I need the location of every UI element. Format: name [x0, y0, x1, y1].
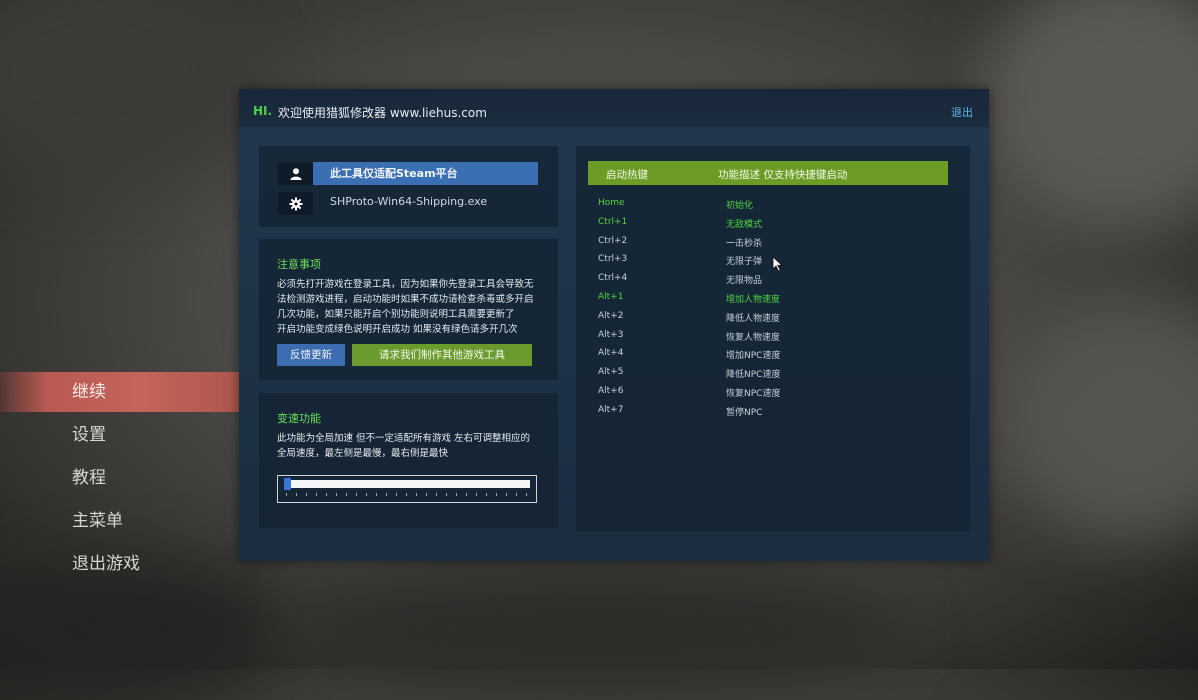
- hotkey-description: 暂停NPC: [726, 407, 763, 418]
- notice-title: 注意事项: [277, 258, 321, 271]
- hotkey-row[interactable]: Ctrl+4 无限物品: [598, 271, 938, 290]
- game-pause-menu: 继续 设置 教程 主菜单 退出游戏: [0, 372, 240, 587]
- hotkey-key: Alt+1: [598, 291, 624, 302]
- hotkey-row[interactable]: Ctrl+2 一击秒杀: [598, 234, 938, 253]
- speed-line: 全局速度，最左侧是最慢，最右侧是最快: [277, 448, 449, 459]
- slider-ticks: [286, 493, 530, 496]
- hotkey-row[interactable]: Home 初始化: [598, 196, 938, 215]
- menu-item-main-menu[interactable]: 主菜单: [0, 501, 240, 541]
- hotkey-key: Ctrl+4: [598, 273, 628, 284]
- hotkey-row[interactable]: Alt+1 增加人物速度: [598, 290, 938, 309]
- hotkey-description: 初始化: [726, 201, 754, 211]
- hotkey-row[interactable]: Alt+3 恢复人物速度: [598, 328, 938, 347]
- notice-panel: 注意事项 必须先打开游戏在登录工具，因为如果你先登录工具会导致无 法检测游戏进程…: [259, 239, 558, 380]
- notice-line: 几次功能，如果只能开启个别功能则说明工具需要更新了: [277, 309, 515, 320]
- hotkey-description: 降低人物速度: [726, 313, 781, 324]
- hotkey-key: Ctrl+2: [598, 235, 628, 246]
- mouse-pointer-icon: [772, 256, 784, 276]
- hotkey-description: 增加NPC速度: [726, 351, 781, 362]
- speed-line: 此功能为全局加速 但不一定适配所有游戏 左右可调整相应的: [277, 433, 531, 444]
- hotkey-description: 无限物品: [726, 276, 763, 287]
- hotkey-list: Home 初始化 Ctrl+1 无敌模式 Ctrl+2 一击秒杀 Ctrl+3 无限子弹 Ctr…: [598, 196, 938, 422]
- process-name: SHProto-Win64-Shipping.exe: [330, 195, 488, 208]
- notice-text: 必须先打开游戏在登录工具，因为如果你先登录工具会导致无 法检测游戏进程，启动功能…: [277, 277, 547, 337]
- hotkey-key: Alt+3: [598, 329, 624, 340]
- exit-button[interactable]: 退出: [951, 104, 973, 120]
- platform-label: 此工具仅适配Steam平台: [313, 162, 538, 185]
- hotkey-row[interactable]: Alt+2 降低人物速度: [598, 309, 938, 328]
- window-title: 欢迎使用猎狐修改器 www.liehus.com: [278, 106, 487, 120]
- hotkey-key: Alt+6: [598, 385, 624, 396]
- hotkey-key: Alt+2: [598, 310, 624, 321]
- hotkey-row[interactable]: Alt+6 恢复NPC速度: [598, 384, 938, 403]
- hotkey-row[interactable]: Alt+7 暂停NPC: [598, 403, 938, 422]
- hotkey-row[interactable]: Ctrl+1 无敌模式: [598, 215, 938, 234]
- gear-icon: [278, 192, 313, 215]
- slider-track: [284, 480, 530, 488]
- notice-line: 开启功能变成绿色说明开启成功 如果没有绿色请多开几次: [277, 324, 518, 335]
- menu-item-continue[interactable]: 继续: [0, 372, 240, 412]
- hotkey-description: 一击秒杀: [726, 238, 763, 249]
- header-description: 功能描述 仅支持快捷键启动: [718, 169, 848, 181]
- hotkey-key: Home: [598, 198, 625, 208]
- speed-text: 此功能为全局加速 但不一定适配所有游戏 左右可调整相应的 全局速度，最左侧是最慢…: [277, 431, 547, 461]
- hotkey-key: Alt+7: [598, 404, 624, 415]
- slider-thumb[interactable]: [284, 478, 291, 490]
- hotkey-description: 恢复NPC速度: [726, 388, 781, 399]
- user-icon: [278, 162, 313, 185]
- hotkey-description: 无敌模式: [726, 219, 763, 230]
- speed-title: 变速功能: [277, 412, 321, 425]
- hotkey-description: 增加人物速度: [726, 294, 781, 305]
- trainer-window: HI. 欢迎使用猎狐修改器 www.liehus.com 退出 此工具仅适配St…: [239, 89, 989, 561]
- menu-item-settings[interactable]: 设置: [0, 415, 240, 455]
- hotkeys-panel: 启动热键 功能描述 仅支持快捷键启动 Home 初始化 Ctrl+1 无敌模式 Ctrl…: [576, 146, 970, 531]
- greeting: HI.: [253, 104, 273, 118]
- hotkey-description: 降低NPC速度: [726, 370, 781, 381]
- hotkey-key: Ctrl+1: [598, 216, 628, 227]
- trainer-titlebar: HI. 欢迎使用猎狐修改器 www.liehus.com 退出: [239, 89, 989, 127]
- speed-slider[interactable]: [277, 475, 537, 503]
- hotkey-description: 无限子弹: [726, 257, 763, 268]
- speed-panel: 变速功能 此功能为全局加速 但不一定适配所有游戏 左右可调整相应的 全局速度，最…: [259, 393, 558, 528]
- notice-line: 必须先打开游戏在登录工具，因为如果你先登录工具会导致无: [277, 279, 534, 290]
- hotkey-row[interactable]: Ctrl+3 无限子弹: [598, 252, 938, 271]
- header-hotkey: 启动热键: [606, 169, 648, 181]
- hotkey-key: Alt+5: [598, 367, 624, 378]
- hotkeys-header: 启动热键 功能描述 仅支持快捷键启动: [588, 161, 948, 185]
- hotkey-key: Alt+4: [598, 348, 624, 359]
- notice-line: 法检测游戏进程，启动功能时如果不成功请检查杀毒或多开启: [277, 294, 534, 305]
- hotkey-row[interactable]: Alt+5 降低NPC速度: [598, 365, 938, 384]
- hotkey-description: 恢复人物速度: [726, 332, 781, 343]
- hotkey-row[interactable]: Alt+4 增加NPC速度: [598, 346, 938, 365]
- platform-panel: 此工具仅适配Steam平台 SHProto-Win64-Shipping.exe: [259, 146, 558, 227]
- menu-item-quit-game[interactable]: 退出游戏: [0, 544, 240, 584]
- hotkey-key: Ctrl+3: [598, 254, 628, 265]
- feedback-update-button[interactable]: 反馈更新: [277, 344, 345, 366]
- request-tool-button[interactable]: 请求我们制作其他游戏工具: [352, 344, 532, 366]
- menu-item-tutorial[interactable]: 教程: [0, 458, 240, 498]
